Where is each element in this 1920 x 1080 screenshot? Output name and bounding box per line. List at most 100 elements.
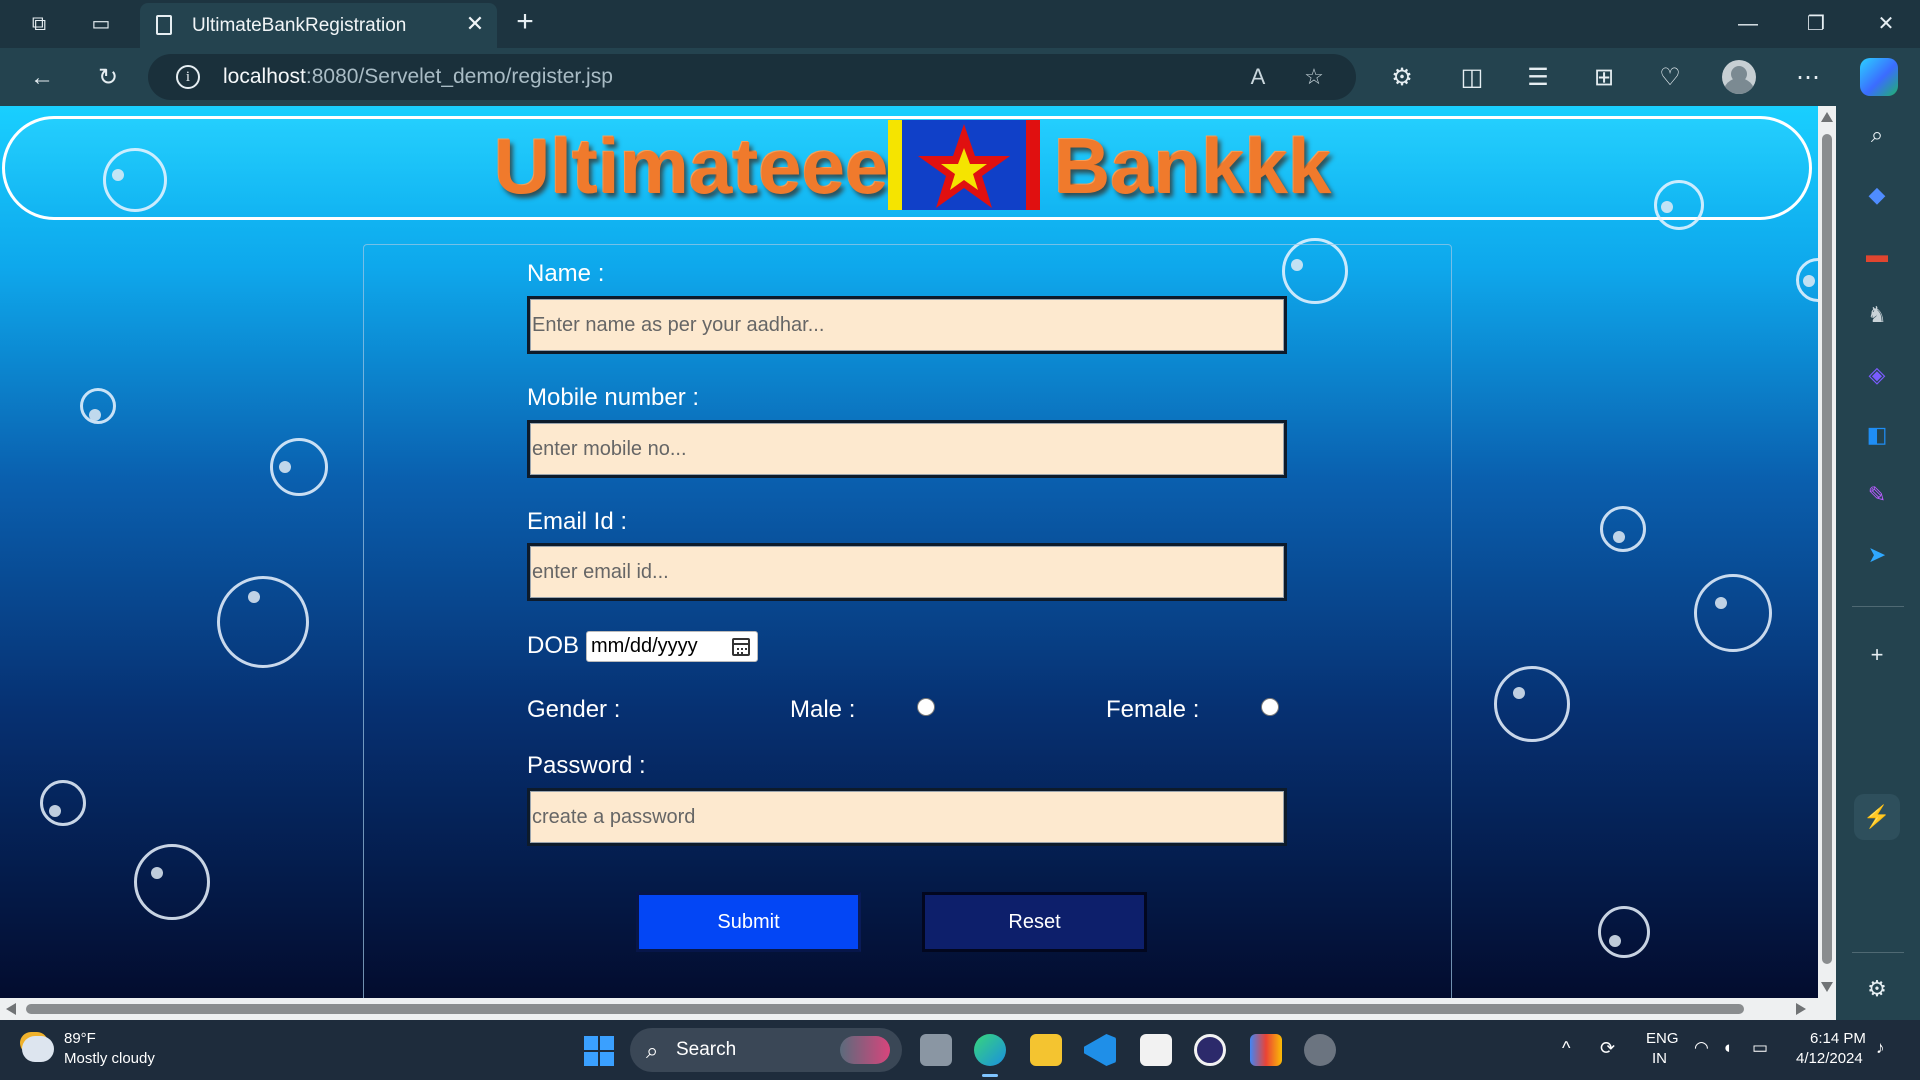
search-highlight-icon	[840, 1036, 890, 1064]
split-screen-icon[interactable]: ◫	[1456, 62, 1488, 94]
tab-title: UltimateBankRegistration	[192, 15, 407, 36]
sync-icon[interactable]: ⟳	[1600, 1038, 1615, 1059]
new-tab-button[interactable]: +	[510, 7, 540, 38]
scroll-up-arrow[interactable]	[1821, 112, 1833, 122]
scroll-left-arrow[interactable]	[6, 1003, 16, 1015]
restore-button[interactable]: ❐	[1796, 8, 1836, 40]
brand-left-text: Ultimateee	[494, 122, 889, 210]
shopping-tag-icon[interactable]: ◆	[1862, 180, 1892, 210]
sidebar-divider-bottom	[1852, 952, 1904, 953]
task-view-icon[interactable]	[920, 1034, 952, 1066]
close-tab-icon[interactable]: ✕	[462, 11, 488, 37]
female-radio[interactable]	[1261, 698, 1279, 716]
dob-placeholder: mm/dd/yyyy	[591, 635, 698, 657]
search-label: Search	[676, 1039, 737, 1060]
language-top[interactable]: ENG	[1646, 1030, 1679, 1047]
submit-button[interactable]: Submit	[636, 892, 861, 952]
bubble	[80, 388, 116, 424]
gmail-icon[interactable]	[1250, 1034, 1282, 1066]
battery-icon[interactable]: ▭	[1752, 1038, 1768, 1058]
favorite-star-icon[interactable]: ☆	[1300, 63, 1328, 91]
horizontal-scroll-thumb[interactable]	[26, 1004, 1744, 1014]
language-bottom[interactable]: IN	[1652, 1050, 1667, 1067]
copilot-app-icon[interactable]: ◈	[1862, 360, 1892, 390]
sidebar-divider	[1852, 606, 1904, 607]
designer-icon[interactable]: ✎	[1862, 480, 1892, 510]
tab-ultimate-bank[interactable]: UltimateBankRegistration ✕	[140, 3, 497, 48]
notification-bell-icon[interactable]: ♪	[1876, 1038, 1885, 1058]
name-input[interactable]	[527, 296, 1287, 354]
brand-right-text: Bankkk	[1054, 122, 1332, 210]
bubble	[217, 576, 309, 668]
send-icon[interactable]: ➤	[1862, 540, 1892, 570]
sidebar-settings-icon[interactable]: ⚙	[1862, 974, 1892, 1004]
vertical-scroll-thumb[interactable]	[1822, 134, 1832, 964]
minimize-button[interactable]: —	[1728, 8, 1768, 40]
weather-desc[interactable]: Mostly cloudy	[64, 1050, 155, 1067]
extensions-icon[interactable]: ⚙	[1386, 62, 1418, 94]
gender-label: Gender :	[527, 696, 621, 723]
workspaces-icon[interactable]: ⧉	[26, 11, 52, 37]
games-icon[interactable]: ♞	[1862, 300, 1892, 330]
vscode-icon[interactable]	[1084, 1034, 1116, 1066]
profile-avatar[interactable]	[1722, 60, 1756, 94]
scroll-right-arrow[interactable]	[1796, 1003, 1806, 1015]
show-hidden-icons[interactable]: ^	[1562, 1038, 1570, 1059]
search-icon[interactable]: ⌕	[1862, 120, 1892, 150]
male-label: Male :	[790, 696, 856, 723]
bubble	[40, 780, 86, 826]
weather-cloud-icon[interactable]	[22, 1036, 54, 1062]
clock-date[interactable]: 4/12/2024	[1796, 1050, 1863, 1067]
back-icon[interactable]: ←	[26, 62, 58, 94]
collections-icon[interactable]: ⊞	[1588, 62, 1620, 94]
bubble	[134, 844, 210, 920]
extension-pinned-icon[interactable]: ⚡	[1854, 794, 1900, 840]
file-explorer-icon[interactable]	[1030, 1034, 1062, 1066]
browser-toolbar: ← ↻ i localhost:8080/Servelet_demo/regis…	[0, 48, 1920, 106]
calendar-icon[interactable]	[732, 638, 750, 656]
address-bar[interactable]: i localhost:8080/Servelet_demo/register.…	[148, 54, 1356, 100]
dob-label: DOB	[527, 632, 580, 659]
name-label: Name :	[527, 260, 605, 287]
registration-form	[363, 244, 1452, 998]
weather-temp[interactable]: 89°F	[64, 1030, 96, 1047]
windows-taskbar: 89°F Mostly cloudy ⌕ Search ^ ⟳ ENG IN ◠…	[0, 1020, 1920, 1080]
windows-start-icon[interactable]	[584, 1036, 614, 1066]
more-options-icon[interactable]: ⋯	[1792, 62, 1824, 94]
add-app-icon[interactable]: +	[1862, 640, 1892, 670]
horizontal-scrollbar[interactable]	[0, 998, 1836, 1020]
microsoft-store-icon[interactable]	[1140, 1034, 1172, 1066]
copilot-icon[interactable]	[1860, 58, 1898, 96]
vertical-scrollbar[interactable]	[1818, 106, 1836, 998]
tab-actions-icon[interactable]: ▭	[88, 11, 114, 37]
email-input[interactable]	[527, 543, 1287, 601]
bubble	[1598, 906, 1650, 958]
wifi-icon[interactable]: ◠	[1694, 1038, 1709, 1058]
bubble	[103, 148, 167, 212]
edge-sidebar: ⌕ ◆ ▬ ♞ ◈ ◧ ✎ ➤ + ⚡ ⚙	[1836, 106, 1920, 1020]
male-radio[interactable]	[917, 698, 935, 716]
volume-icon[interactable]: ◖	[1722, 1038, 1732, 1058]
taskbar-search[interactable]: ⌕ Search	[630, 1028, 902, 1072]
scroll-down-arrow[interactable]	[1821, 982, 1833, 992]
tools-briefcase-icon[interactable]: ▬	[1862, 240, 1892, 270]
browser-essentials-icon[interactable]: ♡	[1654, 62, 1686, 94]
password-input[interactable]	[527, 788, 1287, 846]
female-label: Female :	[1106, 696, 1200, 723]
close-window-button[interactable]: ✕	[1866, 8, 1906, 40]
eclipse-icon[interactable]	[1194, 1034, 1226, 1066]
outlook-icon[interactable]: ◧	[1862, 420, 1892, 450]
mobile-input[interactable]	[527, 420, 1287, 478]
bank-logo	[888, 120, 1040, 210]
clock-time[interactable]: 6:14 PM	[1810, 1030, 1866, 1047]
browser-tab-bar: ⧉ ▭ UltimateBankRegistration ✕ + — ❐ ✕	[0, 0, 1920, 48]
refresh-icon[interactable]: ↻	[92, 62, 124, 94]
settings-gear-icon[interactable]	[1304, 1034, 1336, 1066]
edge-taskbar-icon[interactable]	[974, 1034, 1006, 1066]
favorites-icon[interactable]: ☰	[1522, 62, 1554, 94]
dob-date-input[interactable]: mm/dd/yyyy	[586, 631, 758, 662]
url-text[interactable]: localhost:8080/Servelet_demo/register.js…	[223, 65, 613, 89]
reset-button[interactable]: Reset	[922, 892, 1147, 952]
read-aloud-icon[interactable]: A	[1244, 63, 1272, 91]
site-info-icon[interactable]: i	[176, 65, 200, 89]
